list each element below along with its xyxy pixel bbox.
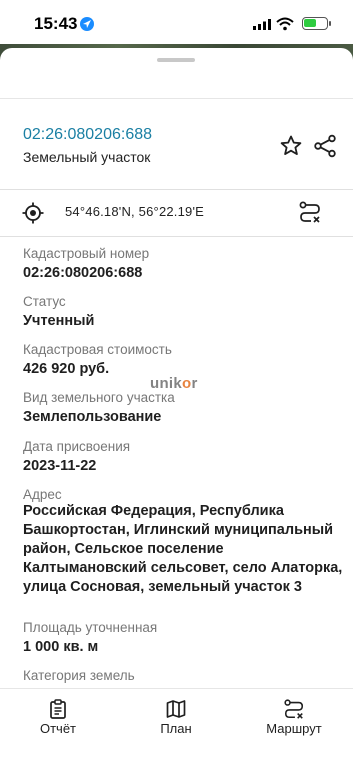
field-label-area: Площадь уточненная (23, 620, 158, 635)
status-bar: 15:43 (0, 0, 353, 44)
field-label-assigned-date: Дата присвоения (23, 439, 131, 454)
object-type: Земельный участок (23, 149, 151, 165)
field-value-area: 1 000 кв. м (23, 639, 99, 655)
nav-plan-label: План (160, 721, 192, 736)
field-value-status: Учтенный (23, 313, 95, 329)
field-value-cadastral-value: 426 920 руб. (23, 361, 110, 377)
status-time: 15:43 (34, 14, 78, 33)
bottom-nav: Отчёт План Маршрут (0, 688, 353, 768)
field-label-address: Адрес (23, 487, 62, 502)
field-label-parcel-kind: Вид земельного участка (23, 390, 175, 405)
map-icon (166, 700, 186, 718)
favorite-star-icon[interactable] (279, 134, 303, 158)
field-value-cadastral-number: 02:26:080206:688 (23, 265, 143, 281)
report-icon (50, 699, 66, 719)
divider (0, 98, 353, 99)
field-label-cadastral-number: Кадастровый номер (23, 246, 150, 261)
field-value-parcel-kind: Землепользование (23, 409, 162, 425)
nav-route-label: Маршрут (266, 721, 322, 736)
coordinates: 54°46.18'N, 56°22.19'E (65, 204, 205, 219)
signal-icon (253, 19, 271, 30)
field-label-cadastral-value: Кадастровая стоимость (23, 342, 172, 357)
route-icon (284, 699, 304, 719)
route-icon[interactable] (298, 200, 322, 224)
nav-plan-button[interactable]: План (131, 689, 221, 749)
crosshair-icon[interactable] (22, 202, 44, 224)
bottom-sheet[interactable]: 02:26:080206:688 Земельный участок 54°46… (0, 48, 353, 767)
location-arrow-icon (80, 17, 94, 31)
wifi-icon (276, 17, 294, 31)
divider (0, 189, 353, 190)
sheet-drag-handle[interactable] (157, 58, 195, 62)
divider (0, 236, 353, 237)
field-value-address: Российская Федерация, Республика Башкорт… (23, 503, 343, 595)
field-label-status: Статус (23, 294, 66, 309)
battery-icon (302, 17, 331, 30)
cadastral-number-link[interactable]: 02:26:080206:688 (23, 126, 152, 144)
nav-report-label: Отчёт (39, 721, 77, 736)
share-icon[interactable] (313, 134, 337, 158)
field-label-land-category: Категория земель (23, 668, 135, 683)
field-value-assigned-date: 2023-11-22 (23, 458, 97, 474)
nav-route-button[interactable]: Маршрут (249, 689, 339, 749)
nav-report-button[interactable]: Отчёт (13, 689, 103, 749)
